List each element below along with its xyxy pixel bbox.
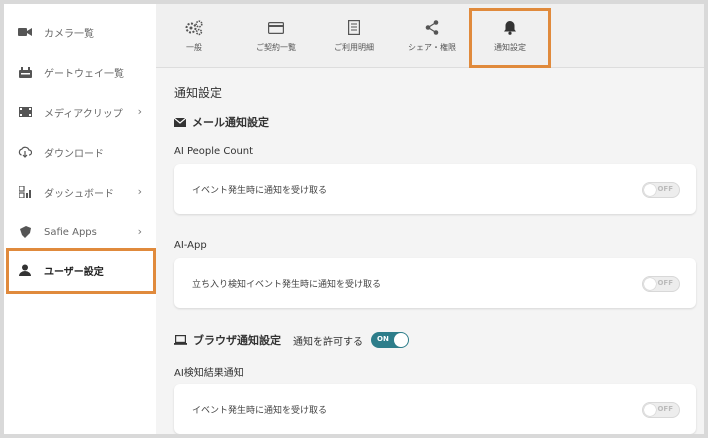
- highlight-box: [469, 8, 551, 68]
- page-title: 通知設定: [174, 86, 223, 100]
- toggle-knob: [644, 184, 656, 196]
- section-label: ブラウザ通知設定: [193, 334, 281, 347]
- toggle-knob: [644, 278, 656, 290]
- section-label: メール通知設定: [192, 116, 269, 129]
- laptop-icon: [174, 335, 187, 345]
- chevron-right-icon: ›: [137, 105, 142, 118]
- toggle-knob: [644, 404, 656, 416]
- tab-notifications[interactable]: 通知設定: [469, 8, 551, 68]
- setting-label: イベント発生時に通知を受け取る: [192, 185, 328, 196]
- group-title: AI People Count: [174, 146, 254, 157]
- gateway-icon: [18, 65, 32, 79]
- browser-section-title: ブラウザ通知設定 通知を許可する ON: [174, 332, 409, 348]
- gears-icon: [185, 18, 203, 38]
- tab-contracts[interactable]: ご契約一覧: [238, 10, 314, 60]
- setting-card: イベント発生時に通知を受け取る OFF: [174, 384, 696, 434]
- sidebar-item-dashboard[interactable]: ダッシュボード ›: [4, 172, 156, 212]
- toggle-knob: [394, 333, 408, 347]
- setting-label: イベント発生時に通知を受け取る: [192, 405, 328, 416]
- toggle-state: OFF: [657, 405, 673, 413]
- tab-label: シェア・権限: [408, 42, 456, 52]
- apps-icon: [18, 225, 32, 239]
- sidebar-item-label: カメラ一覧: [44, 28, 94, 40]
- dashboard-icon: [18, 185, 32, 199]
- tab-share[interactable]: シェア・権限: [394, 10, 470, 60]
- sidebar-item-label: ゲートウェイ一覧: [44, 68, 124, 80]
- sidebar-item-label: ユーザー設定: [44, 266, 104, 278]
- sidebar-item-media-clip[interactable]: メディアクリップ ›: [4, 92, 156, 132]
- app-window: カメラ一覧 ゲートウェイ一覧 メディアクリップ › ダウンロード ダッシュボード…: [4, 4, 704, 434]
- toggle-state: ON: [377, 335, 389, 343]
- setting-label: 立ち入り検知イベント発生時に通知を受け取る: [192, 279, 382, 290]
- user-icon: [18, 263, 32, 277]
- tab-label: 一般: [186, 42, 202, 52]
- sidebar-item-label: ダウンロード: [44, 148, 104, 160]
- sidebar-item-gateway-list[interactable]: ゲートウェイ一覧: [4, 52, 156, 92]
- cloud-download-icon: [18, 145, 32, 159]
- notification-toggle[interactable]: OFF: [642, 182, 680, 198]
- chevron-right-icon: ›: [137, 225, 142, 238]
- card-icon: [268, 18, 284, 38]
- share-icon: [425, 18, 439, 38]
- tab-label: ご利用明細: [334, 42, 374, 52]
- film-icon: [18, 105, 32, 119]
- tab-general[interactable]: 一般: [156, 10, 232, 60]
- setting-card: 立ち入り検知イベント発生時に通知を受け取る OFF: [174, 258, 696, 308]
- sidebar-item-label: ダッシュボード: [44, 188, 114, 200]
- sidebar-item-label: メディアクリップ: [44, 108, 123, 120]
- allow-notification-toggle[interactable]: ON: [371, 332, 409, 348]
- camera-icon: [18, 25, 32, 39]
- toggle-state: OFF: [657, 279, 673, 287]
- sidebar-item-download[interactable]: ダウンロード: [4, 132, 156, 172]
- tab-bar: 一般 ご契約一覧 ご利用明細 シェア・権限 通知設定: [156, 4, 704, 68]
- notification-toggle[interactable]: OFF: [642, 276, 680, 292]
- allow-label: 通知を許可する: [293, 336, 363, 348]
- setting-card: イベント発生時に通知を受け取る OFF: [174, 164, 696, 214]
- group-title: AI-App: [174, 240, 207, 251]
- document-icon: [348, 18, 360, 38]
- main-panel: 一般 ご契約一覧 ご利用明細 シェア・権限 通知設定 通知設定 メール通知設定 …: [156, 4, 704, 434]
- group-title: AI検知結果通知: [174, 368, 244, 379]
- sidebar-item-safie-apps[interactable]: Safie Apps ›: [4, 212, 156, 252]
- notification-toggle[interactable]: OFF: [642, 402, 680, 418]
- mail-section-title: メール通知設定: [174, 114, 269, 130]
- chevron-right-icon: ›: [137, 185, 142, 198]
- sidebar-item-user-settings[interactable]: ユーザー設定: [4, 248, 156, 294]
- sidebar-item-label: Safie Apps: [44, 226, 97, 238]
- toggle-state: OFF: [657, 185, 673, 193]
- sidebar-item-camera-list[interactable]: カメラ一覧: [4, 12, 156, 52]
- envelope-icon: [174, 117, 186, 127]
- tab-label: ご契約一覧: [256, 42, 296, 52]
- sidebar: カメラ一覧 ゲートウェイ一覧 メディアクリップ › ダウンロード ダッシュボード…: [4, 4, 156, 434]
- tab-usage[interactable]: ご利用明細: [316, 10, 392, 60]
